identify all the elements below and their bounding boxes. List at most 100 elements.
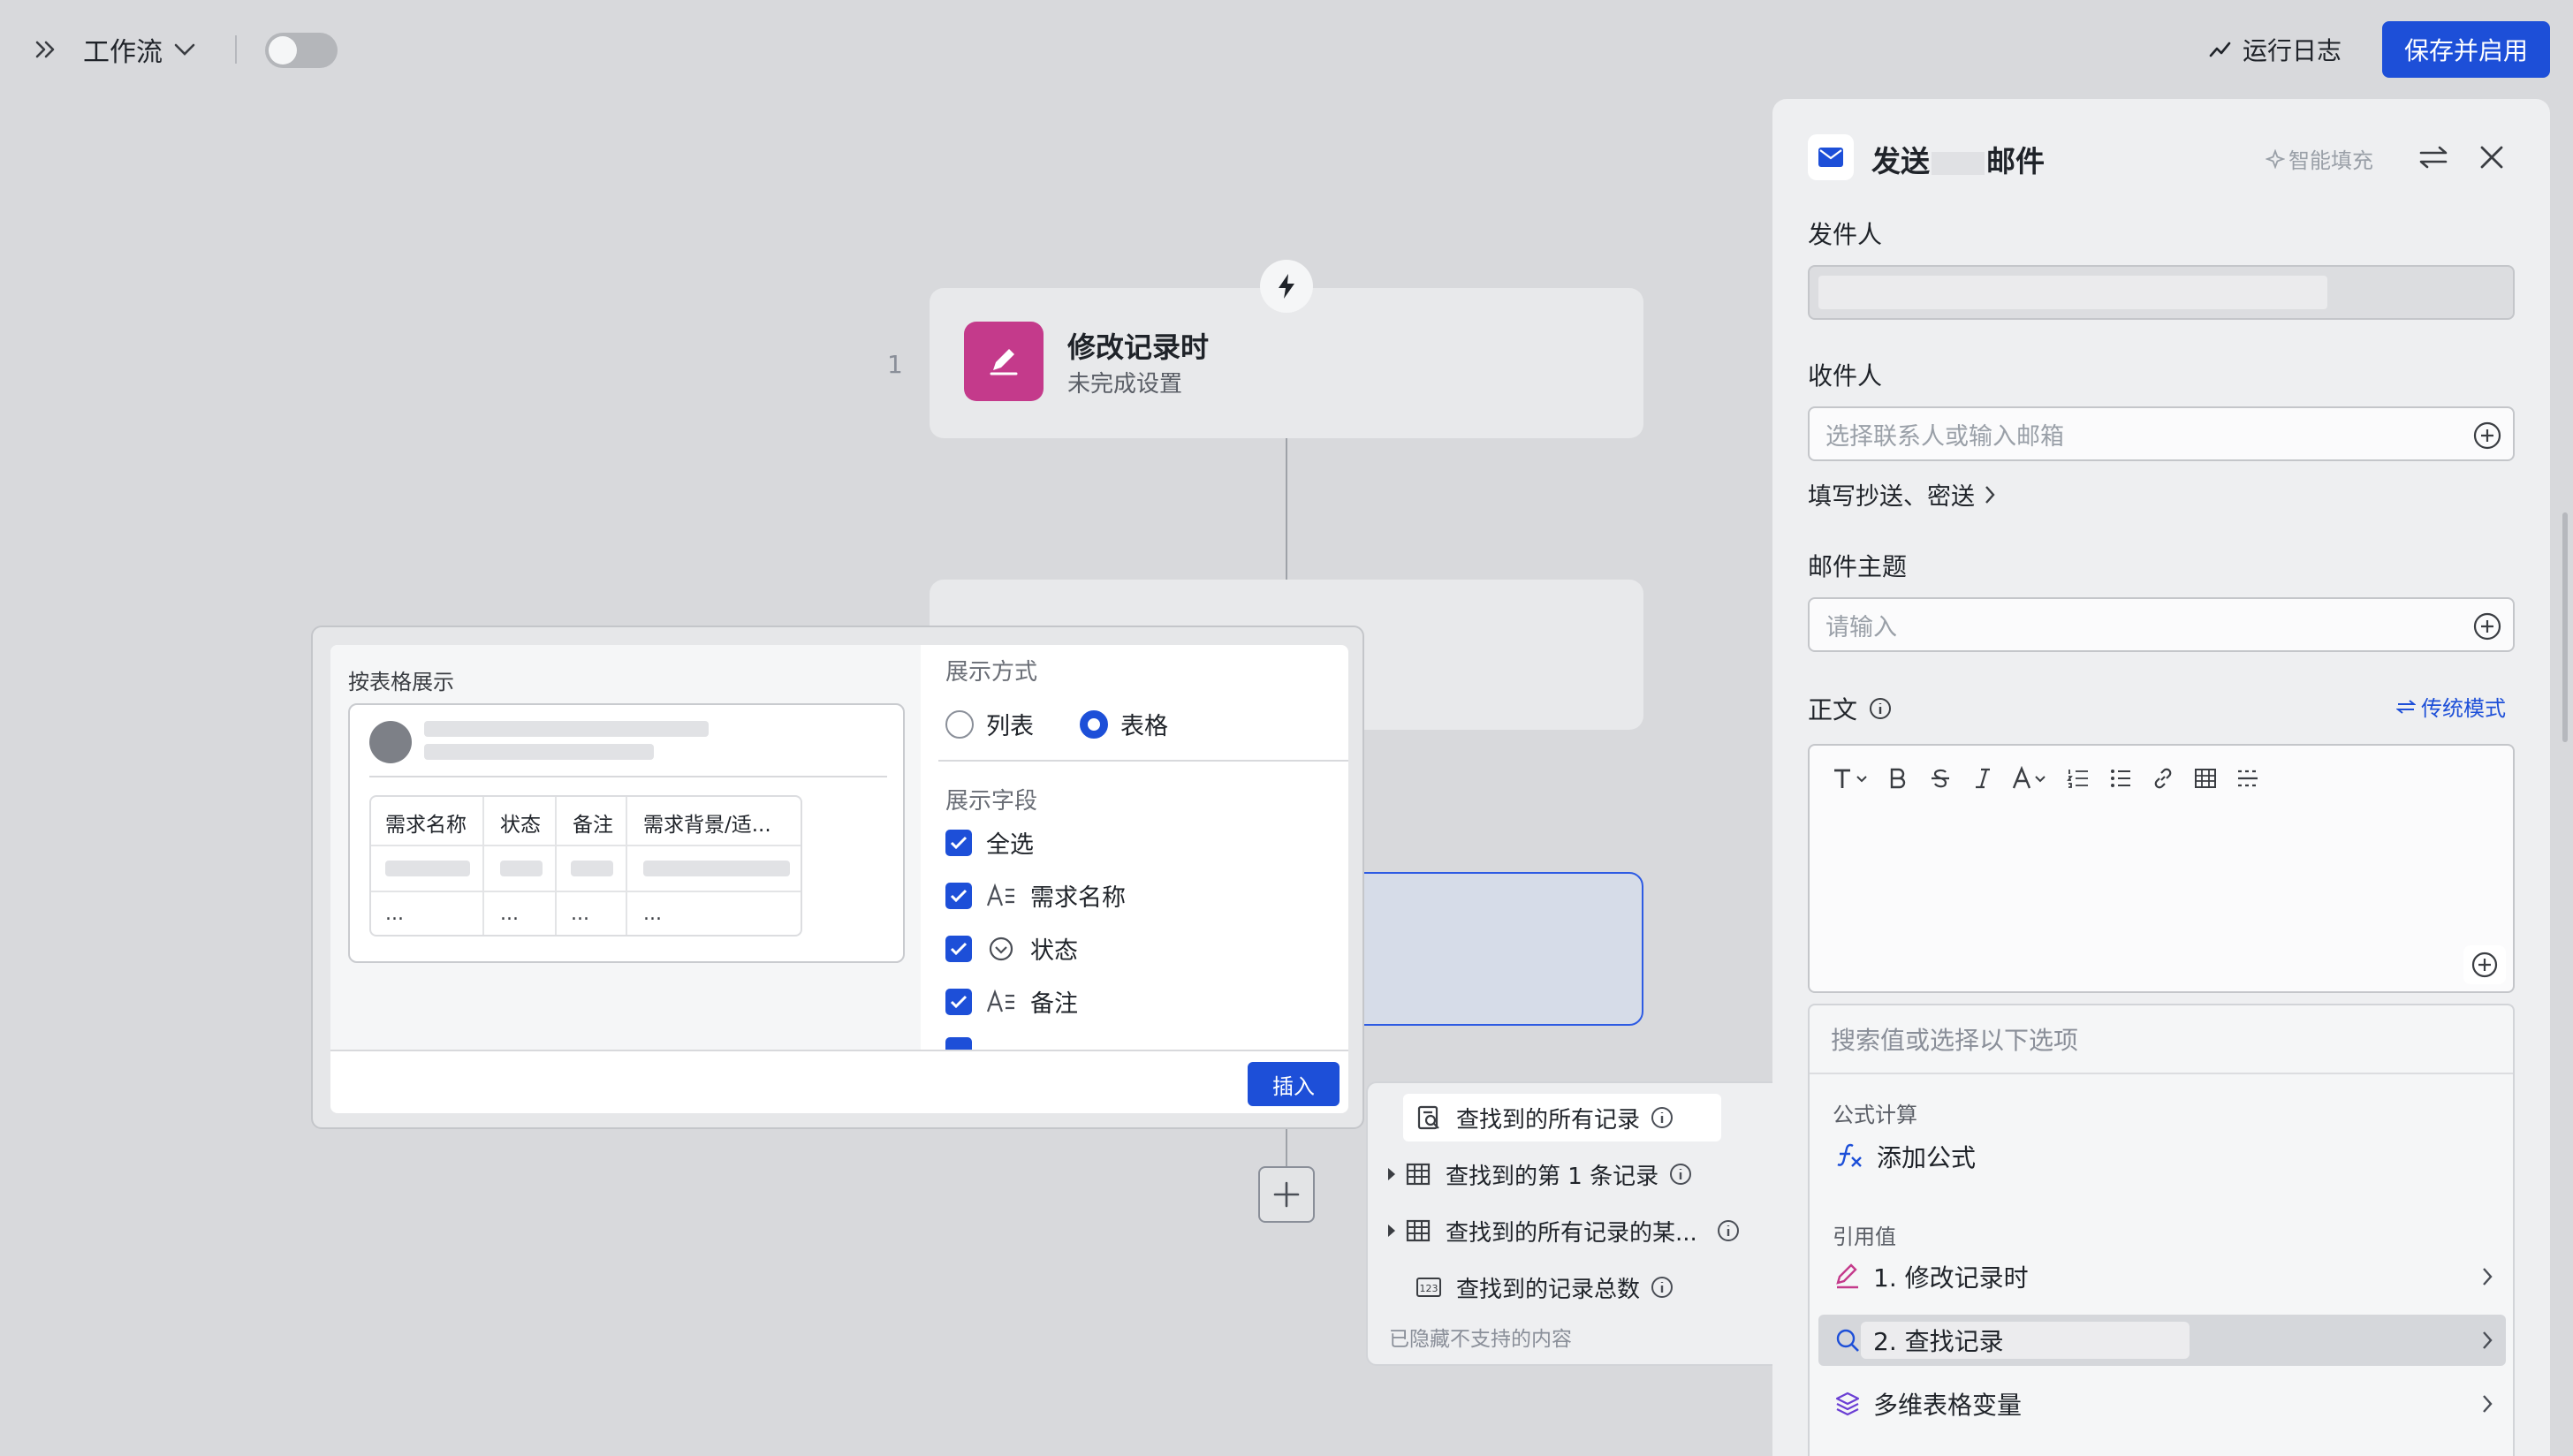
enable-toggle[interactable] xyxy=(265,33,338,68)
divider xyxy=(330,1050,1348,1051)
text-style-icon[interactable] xyxy=(1824,758,1877,799)
redacted-text xyxy=(1932,151,1985,175)
ellipsis: ... xyxy=(500,903,519,925)
save-and-enable-button[interactable]: 保存并启用 xyxy=(2382,21,2550,78)
subject-placeholder: 请输入 xyxy=(1825,613,1897,641)
scrollbar[interactable] xyxy=(2562,512,2568,742)
recipient-input[interactable]: 选择联系人或输入邮箱 xyxy=(1808,406,2515,461)
subject-input[interactable]: 请输入 xyxy=(1808,597,2515,652)
info-icon xyxy=(1651,1277,1674,1298)
table-header: 需求名称 xyxy=(385,814,467,837)
link-icon[interactable] xyxy=(2142,758,2184,799)
body-editor[interactable] xyxy=(1808,744,2515,993)
field-checkbox[interactable]: 需求名称 xyxy=(945,878,1126,913)
toolbar-divider xyxy=(235,35,237,64)
swap-icon[interactable] xyxy=(2414,138,2453,177)
caret-right-icon xyxy=(1380,1223,1403,1239)
radio-list[interactable]: 列表 xyxy=(945,707,1034,741)
sender-label: 发件人 xyxy=(1808,220,1883,249)
field-checkbox[interactable] xyxy=(945,1037,972,1050)
insert-variable-button[interactable] xyxy=(2463,945,2506,984)
table-icon[interactable] xyxy=(2184,758,2227,799)
ellipsis: ... xyxy=(385,903,404,925)
run-log-button[interactable]: 运行日志 xyxy=(2209,28,2342,71)
select-all-checkbox[interactable]: 全选 xyxy=(945,825,1034,860)
submenu-item-first-record[interactable]: 查找到的第 1 条记录 xyxy=(1380,1150,1692,1198)
add-step-button[interactable] xyxy=(1258,1166,1315,1223)
connector-line xyxy=(1286,1129,1287,1166)
record-search-icon xyxy=(1414,1103,1444,1133)
editor-toolbar xyxy=(1824,758,2269,799)
preview-card: 需求名称 状态 备注 需求背景/适... ... ... ... ... xyxy=(348,703,905,963)
submenu-item-all-records[interactable]: 查找到的所有记录 xyxy=(1403,1094,1721,1141)
chevron-right-icon xyxy=(2483,1331,2493,1349)
lightning-icon[interactable] xyxy=(1260,260,1313,313)
submenu-label: 查找到的记录总数 xyxy=(1456,1276,1641,1303)
workflow-title-dropdown[interactable]: 工作流 xyxy=(83,30,196,69)
number-icon: 123 xyxy=(1414,1272,1444,1302)
step-number: 1 xyxy=(887,350,903,379)
trend-icon xyxy=(2209,42,2231,57)
formula-icon xyxy=(1837,1143,1862,1167)
cc-bcc-link[interactable]: 填写抄送、密送 xyxy=(1808,477,1996,512)
expand-sidebar-icon[interactable] xyxy=(27,32,65,67)
ref-item-modify-record[interactable]: 1. 修改记录时 xyxy=(1818,1251,2506,1302)
workflow-title: 工作流 xyxy=(83,37,163,68)
checkbox-checked xyxy=(945,988,972,1015)
add-circle-icon xyxy=(2471,952,2498,978)
mail-settings-panel: 发送 邮件 智能填充 发件人 收件人 选择联系人或输入邮箱 填写抄送、密送 邮件主… xyxy=(1772,99,2550,1456)
sender-field[interactable] xyxy=(1808,265,2515,320)
checkbox-checked xyxy=(945,829,972,856)
add-formula-item[interactable]: 添加公式 xyxy=(1818,1131,2506,1182)
checkbox-checked xyxy=(945,882,972,909)
single-select-icon xyxy=(989,937,1013,960)
hidden-content-note: 已隐藏不支持的内容 xyxy=(1389,1328,1572,1351)
divider-icon[interactable] xyxy=(2227,758,2269,799)
avatar xyxy=(369,721,412,763)
find-record-submenu: 查找到的所有记录 查找到的第 1 条记录 查找到的所有记录的某... 123 查… xyxy=(1366,1081,1810,1366)
submenu-item-record-field[interactable]: 查找到的所有记录的某... xyxy=(1380,1207,1740,1255)
bullet-list-icon[interactable] xyxy=(2099,758,2142,799)
field-checkbox[interactable]: 状态 xyxy=(945,931,1078,966)
insert-button[interactable]: 插入 xyxy=(1248,1062,1340,1106)
ref-item-base-variable[interactable]: 多维表格变量 xyxy=(1818,1378,2506,1429)
radio-table[interactable]: 表格 xyxy=(1080,707,1168,741)
legacy-mode-label: 传统模式 xyxy=(2421,696,2506,721)
bold-icon[interactable] xyxy=(1877,758,1919,799)
submenu-item-record-count[interactable]: 123 查找到的记录总数 xyxy=(1403,1263,1674,1311)
toggle-knob xyxy=(269,36,297,64)
font-color-icon[interactable] xyxy=(2004,758,2057,799)
table-header: 需求背景/适... xyxy=(643,814,771,837)
submenu-label: 查找到的第 1 条记录 xyxy=(1446,1163,1659,1190)
submenu-label: 查找到的所有记录 xyxy=(1456,1106,1641,1134)
preview-table: 需求名称 状态 备注 需求背景/适... ... ... ... ... xyxy=(369,795,802,937)
legacy-mode-button[interactable]: 传统模式 xyxy=(2396,691,2506,722)
close-icon[interactable] xyxy=(2472,138,2511,177)
edit-record-icon xyxy=(964,322,1044,401)
strikethrough-icon[interactable] xyxy=(1919,758,1962,799)
placeholder-cell xyxy=(500,861,543,876)
recipient-label: 收件人 xyxy=(1808,361,1883,391)
info-icon xyxy=(1717,1220,1739,1241)
variable-search-input[interactable]: 搜索值或选择以下选项 xyxy=(1831,1021,2078,1057)
edit-icon xyxy=(1836,1263,1858,1289)
display-fields-label: 展示字段 xyxy=(945,788,1038,815)
add-circle-icon[interactable] xyxy=(2472,421,2502,451)
submenu-label: 查找到的所有记录的某... xyxy=(1446,1219,1697,1247)
field-checkbox[interactable]: 备注 xyxy=(945,984,1078,1019)
svg-text:123: 123 xyxy=(1420,1283,1438,1294)
cc-bcc-label: 填写抄送、密送 xyxy=(1808,483,1975,511)
run-log-label: 运行日志 xyxy=(2243,36,2342,65)
smart-fill-button[interactable]: 智能填充 xyxy=(2266,143,2373,174)
ordered-list-icon[interactable] xyxy=(2057,758,2099,799)
item-label: 多维表格变量 xyxy=(1873,1391,2023,1420)
table-header: 备注 xyxy=(573,814,613,837)
variable-picker: 搜索值或选择以下选项 公式计算 添加公式 引用值 1. 修改记录时 2. 查找记… xyxy=(1808,1004,2515,1456)
italic-icon[interactable] xyxy=(1962,758,2004,799)
checkbox-checked xyxy=(945,935,972,962)
ref-item-find-record[interactable]: 2. 查找记录 xyxy=(1818,1315,2506,1366)
info-icon[interactable] xyxy=(1868,696,1893,721)
placeholder-cell xyxy=(643,861,790,876)
connector-line xyxy=(1286,438,1287,580)
add-circle-icon[interactable] xyxy=(2472,611,2502,641)
